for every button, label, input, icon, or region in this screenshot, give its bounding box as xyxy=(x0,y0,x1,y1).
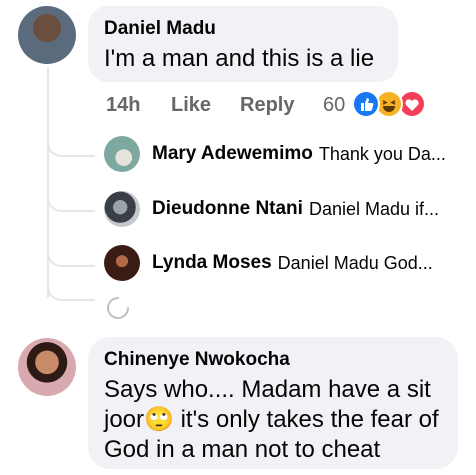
reply-snippet: Daniel Madu God... xyxy=(277,252,433,273)
like-button[interactable]: Like xyxy=(171,94,211,117)
reply-item[interactable]: Dieudonne Ntani Daniel Madu if... xyxy=(104,190,439,228)
reply-item[interactable]: Lynda Moses Daniel Madu God... xyxy=(104,244,433,282)
avatar-mary-adewemimo[interactable] xyxy=(104,136,140,172)
comment-text-fragment: it's only takes the fear of xyxy=(173,406,439,433)
avatar-dieudonne-ntani[interactable] xyxy=(104,191,140,227)
reaction-count[interactable]: 60 xyxy=(323,94,345,117)
rolling-eyes-emoji: 🙄 xyxy=(144,406,174,433)
comment-text-line: joor🙄 it's only takes the fear of xyxy=(104,405,454,435)
comment-timestamp[interactable]: 14h xyxy=(106,94,140,117)
reply-snippet: Thank you Da... xyxy=(318,143,446,164)
reply-author[interactable]: Mary Adewemimo xyxy=(152,143,313,165)
loading-spinner-icon xyxy=(106,296,130,320)
reply-item[interactable]: Mary Adewemimo Thank you Da... xyxy=(104,135,446,173)
thread-branch xyxy=(47,188,95,212)
thread-line xyxy=(47,68,49,298)
comment-author[interactable]: Daniel Madu xyxy=(104,18,216,40)
thread-branch xyxy=(47,277,95,301)
comment-bubble: Chinenye Nwokocha Says who.... Madam hav… xyxy=(88,337,458,469)
avatar-chinenye-nwokocha[interactable] xyxy=(18,338,76,396)
reply-snippet: Daniel Madu if... xyxy=(308,198,440,219)
avatar-daniel-madu[interactable] xyxy=(18,6,76,64)
comment-text: Says who.... Madam have a sit joor🙄 it's… xyxy=(104,375,454,465)
like-icon[interactable] xyxy=(352,90,380,118)
comment-bubble: Daniel Madu I'm a man and this is a lie xyxy=(88,6,398,82)
reply-author[interactable]: Lynda Moses xyxy=(152,252,272,274)
thread-branch xyxy=(47,133,95,157)
avatar-lynda-moses[interactable] xyxy=(104,245,140,281)
comment-author[interactable]: Chinenye Nwokocha xyxy=(104,349,290,371)
thread-branch xyxy=(47,243,95,267)
reply-author[interactable]: Dieudonne Ntani xyxy=(152,198,303,220)
reply-button[interactable]: Reply xyxy=(240,94,294,117)
comment-text-fragment: joor xyxy=(104,406,145,433)
comment-text-line: God in a man not to cheat xyxy=(104,436,381,463)
comment-text: I'm a man and this is a lie xyxy=(104,45,375,72)
comment-text-line: Says who.... Madam have a sit xyxy=(104,376,431,403)
